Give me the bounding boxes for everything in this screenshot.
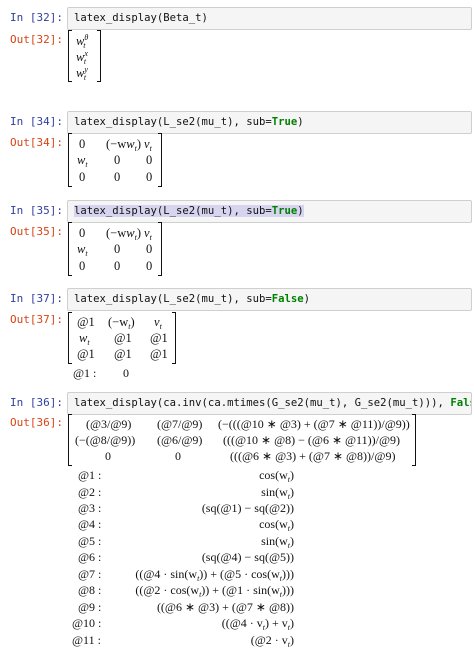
definition-label: @1 : [73,366,97,380]
code-keyword: False [271,293,304,305]
matrix-cell: @1 [150,331,168,345]
definition-value: ((@6 ∗ @3) + (@7 ∗ @8)) [156,600,294,614]
matrix-cell: @1 [114,347,132,361]
definition-label: @8 : [78,583,102,597]
definition-label: @6 : [78,550,102,564]
output-prompt: Out[32]: [10,33,63,46]
matrix-cell: (@7/@9) [157,417,203,431]
definition-value: (sq(@1) − sq(@2)) [201,501,294,515]
code-keyword: False [450,397,471,409]
code-text: latex_display(ca.inv(ca.mtimes(G_se2(mu_… [74,397,451,409]
definition-label: @9 : [78,600,102,614]
code-text: latex_display(L_se2(mu_t), sub= [74,205,272,217]
definition-label: @11 : [72,633,101,647]
definition-value: (sq(@4) − sq(@5)) [201,550,294,564]
input-prompt: In [36]: [10,396,63,409]
beta-entry: wθt [76,33,89,50]
matrix-cell: 0 [79,259,86,273]
matrix-cell: (−wwt) [106,137,141,153]
code-input[interactable]: latex_display(ca.inv(ca.mtimes(G_se2(mu_… [67,392,472,415]
matrix-cell: vt [144,137,152,153]
definition-label: @1 : [78,468,102,482]
matrix-cell: wt [77,153,88,169]
beta-vector: wθt wxt wyt [68,30,101,82]
definition-label: @4 : [78,517,102,531]
code-input[interactable]: latex_display(L_se2(mu_t), sub=False) [67,288,472,311]
input-prompt: In [32]: [10,11,63,24]
matrix-cell: 0 [114,259,121,273]
matrix-cell: (@3/@9) [86,417,132,431]
input-prompt: In [34]: [10,115,63,128]
output-prompt: Out[35]: [10,225,63,238]
matrix-cell: (@6/@9) [157,433,203,447]
matrix-cell: 0 [114,242,121,256]
matrix-cell: 0 [146,153,153,167]
definition-value: ((@4 · sin(wt)) + (@5 · cos(wt))) [135,567,294,583]
matrix-cell: 0 [146,259,153,273]
input-prompt: In [37]: [10,292,63,305]
definition-value: ((@4 · vt) + vt) [221,616,294,632]
code-input[interactable]: latex_display(L_se2(mu_t), sub=True) [67,111,472,134]
definition-label: @7 : [78,567,102,581]
matrix-cell: (−wt) [108,315,135,331]
matrix-cell: vt [144,226,152,242]
matrix-cell: @1 [77,347,95,361]
code-keyword: True [271,205,298,217]
code-text: latex_display(L_se2(mu_t), sub= [74,293,272,305]
matrix-cell: wt [79,331,90,347]
output-prompt: Out[37]: [10,313,63,326]
matrix-cell: (((@6 ∗ @3) + (@7 ∗ @8))/@9) [230,449,396,463]
matrix-cell: 0 [105,449,111,463]
code-text: latex_display(L_se2(mu_t), sub= [74,116,272,128]
definition-label: @10 : [72,616,102,630]
l-matrix: 0 (−wwt) vt wt 0 0 0 0 0 [68,133,162,187]
definition-value: cos(wt) [259,468,294,484]
matrix-cell: (−wwt) [106,226,141,242]
matrix-cell: @1 [77,315,95,329]
definition-value: cos(wt) [259,517,294,533]
beta-entry: wxt [76,49,88,66]
matrix-cell: 0 [114,170,121,184]
definition-value: sin(wt) [261,485,294,501]
matrix-cell: 0 [79,137,86,151]
matrix-cell: vt [154,315,162,331]
beta-entry: wyt [76,65,88,82]
output-prompt: Out[36]: [10,416,63,429]
input-prompt: In [35]: [10,204,63,217]
matrix-cell: (−(((@10 ∗ @3) + (@7 ∗ @11))/@9)) [218,417,410,431]
inverse-matrix: (@3/@9) (@7/@9) (−(((@10 ∗ @3) + (@7 ∗ @… [68,414,416,466]
l-false-matrix: @1 (−wt) vt wt @1 @1 @1 @1 @1 [68,312,176,364]
matrix-cell: @1 [150,347,168,361]
code-keyword: True [271,116,298,128]
matrix-cell: 0 [114,153,121,167]
matrix-cell: @1 [114,331,132,345]
definition-value: sin(wt) [261,534,294,550]
l-matrix: 0 (−wwt) vt wt 0 0 0 0 0 [68,222,162,276]
definition-label: @3 : [78,501,102,515]
definition-value: 0 [123,366,129,380]
matrix-cell: 0 [146,242,153,256]
code-input[interactable]: latex_display(L_se2(mu_t), sub=True) [67,200,472,223]
output-prompt: Out[34]: [10,136,63,149]
matrix-cell: 0 [175,449,181,463]
matrix-cell: 0 [79,226,86,240]
code-input[interactable]: latex_display(Beta_t) [67,7,472,30]
matrix-cell: (((@10 ∗ @8) − (@6 ∗ @11))/@9) [223,433,400,447]
matrix-cell: wt [77,242,88,258]
definition-value: ((@2 · cos(wt)) + (@1 · sin(wt))) [135,583,294,599]
definition-label: @5 : [78,534,102,548]
matrix-cell: 0 [146,170,153,184]
code-text: latex_display(Beta_t) [74,12,208,24]
definition-label: @2 : [78,485,102,499]
matrix-cell: (−(@8/@9)) [75,433,136,447]
definition-value: (@2 · vt) [250,633,294,649]
matrix-cell: 0 [79,170,86,184]
